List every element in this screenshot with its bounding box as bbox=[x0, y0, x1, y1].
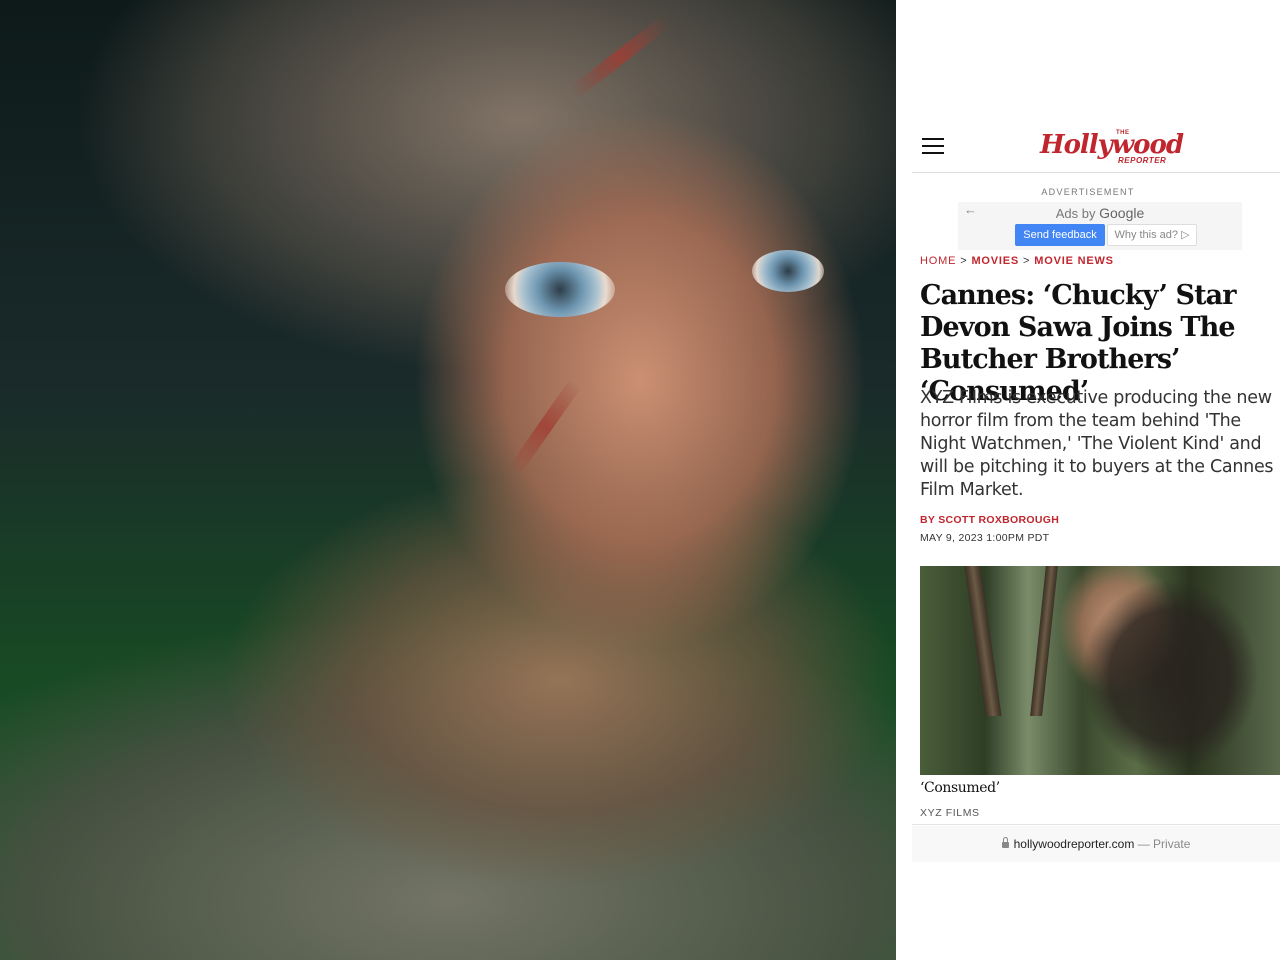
left-eye bbox=[505, 262, 615, 317]
divider bbox=[912, 824, 1280, 825]
forehead-scar bbox=[568, 14, 672, 100]
send-feedback-button[interactable]: Send feedback bbox=[1015, 224, 1105, 246]
image-credit: XYZ FILMS bbox=[920, 807, 980, 819]
hamburger-menu-icon[interactable] bbox=[922, 136, 946, 154]
breadcrumb-movies-link[interactable]: MOVIES bbox=[971, 255, 1019, 267]
privacy-label: — Private bbox=[1137, 837, 1191, 851]
article-panel: THE Hollywood REPORTER ADVERTISEMENT ← A… bbox=[896, 0, 1280, 960]
url-text: hollywoodreporter.com bbox=[1013, 837, 1135, 851]
site-header: THE Hollywood REPORTER bbox=[912, 118, 1280, 173]
author-link[interactable]: SCOTT ROXBOROUGH bbox=[938, 514, 1059, 526]
ads-by-prefix: Ads by bbox=[1055, 206, 1096, 221]
lock-icon bbox=[1001, 837, 1009, 848]
tree-trunk bbox=[1030, 566, 1058, 716]
advertisement-label: ADVERTISEMENT bbox=[1041, 187, 1135, 197]
breadcrumb-separator: > bbox=[960, 255, 968, 267]
tree-trunk bbox=[964, 566, 1002, 716]
why-this-ad-button[interactable]: Why this ad? ▷ bbox=[1107, 224, 1197, 246]
right-eye bbox=[752, 250, 824, 292]
breadcrumb-separator: > bbox=[1023, 255, 1031, 267]
article-dek: XYZ Films is executive producing the new… bbox=[920, 388, 1274, 500]
byline-prefix: BY bbox=[920, 514, 935, 526]
image-caption: ‘Consumed’ bbox=[920, 780, 1000, 796]
ads-by-google: Ads by Google bbox=[958, 205, 1242, 221]
ads-by-brand: Google bbox=[1099, 205, 1145, 221]
site-logo[interactable]: THE Hollywood REPORTER bbox=[1040, 126, 1184, 165]
byline: BY SCOTT ROXBOROUGH bbox=[920, 514, 1059, 526]
browser-url-bar[interactable]: hollywoodreporter.com — Private bbox=[912, 826, 1280, 862]
breadcrumb-movie-news-link[interactable]: MOVIE NEWS bbox=[1034, 255, 1114, 267]
cheek-scar bbox=[507, 377, 583, 477]
logo-reporter: REPORTER bbox=[1118, 156, 1167, 165]
ad-container: ← Ads by Google Send feedback Why this a… bbox=[958, 202, 1242, 250]
hero-portrait-image bbox=[0, 0, 896, 960]
breadcrumb-home-link[interactable]: HOME bbox=[920, 255, 956, 267]
breadcrumb: HOME > MOVIES > MOVIE NEWS bbox=[920, 255, 1114, 267]
publish-date: MAY 9, 2023 1:00PM PDT bbox=[920, 532, 1050, 544]
article-image[interactable] bbox=[920, 566, 1280, 775]
